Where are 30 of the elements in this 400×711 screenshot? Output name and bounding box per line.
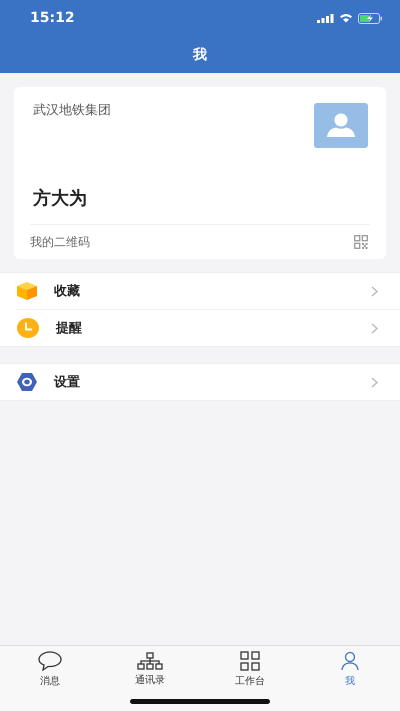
menu-label: 提醒 (56, 320, 83, 337)
grid-icon (240, 650, 260, 670)
clock-icon (17, 318, 39, 338)
menu-item[interactable]: 设置 (0, 364, 400, 400)
user-name: 方大为 (32, 187, 88, 210)
qr-code-link[interactable]: 我的二维码 (30, 234, 90, 250)
signal-icon (317, 14, 334, 22)
chevron-right-icon (371, 376, 378, 388)
avatar-icon[interactable] (314, 103, 368, 148)
menu-label: 收藏 (54, 283, 81, 300)
battery-icon (358, 12, 383, 24)
tab[interactable]: 工作台 (200, 646, 300, 692)
chevron-right-icon (371, 322, 378, 334)
status-time: 15:12 (30, 10, 75, 26)
organization-name: 武汉地铁集团 (33, 102, 111, 119)
person-icon (340, 650, 360, 670)
menu-item[interactable]: 收藏 (0, 273, 400, 309)
page-title: 我 (193, 46, 207, 64)
menu-item[interactable]: 提醒 (15, 309, 400, 346)
tab[interactable]: 通讯录 (100, 646, 200, 692)
chat-bubble-icon (38, 650, 62, 670)
menu-label: 设置 (54, 374, 81, 391)
wifi-icon (339, 13, 353, 23)
cube-icon (17, 282, 37, 300)
qr-code-icon[interactable] (354, 235, 368, 249)
tab[interactable]: 消息 (0, 646, 100, 692)
org-chart-icon (137, 652, 163, 670)
tab[interactable]: 我 (300, 646, 400, 692)
chevron-right-icon (371, 286, 378, 296)
settings-icon (17, 372, 37, 392)
